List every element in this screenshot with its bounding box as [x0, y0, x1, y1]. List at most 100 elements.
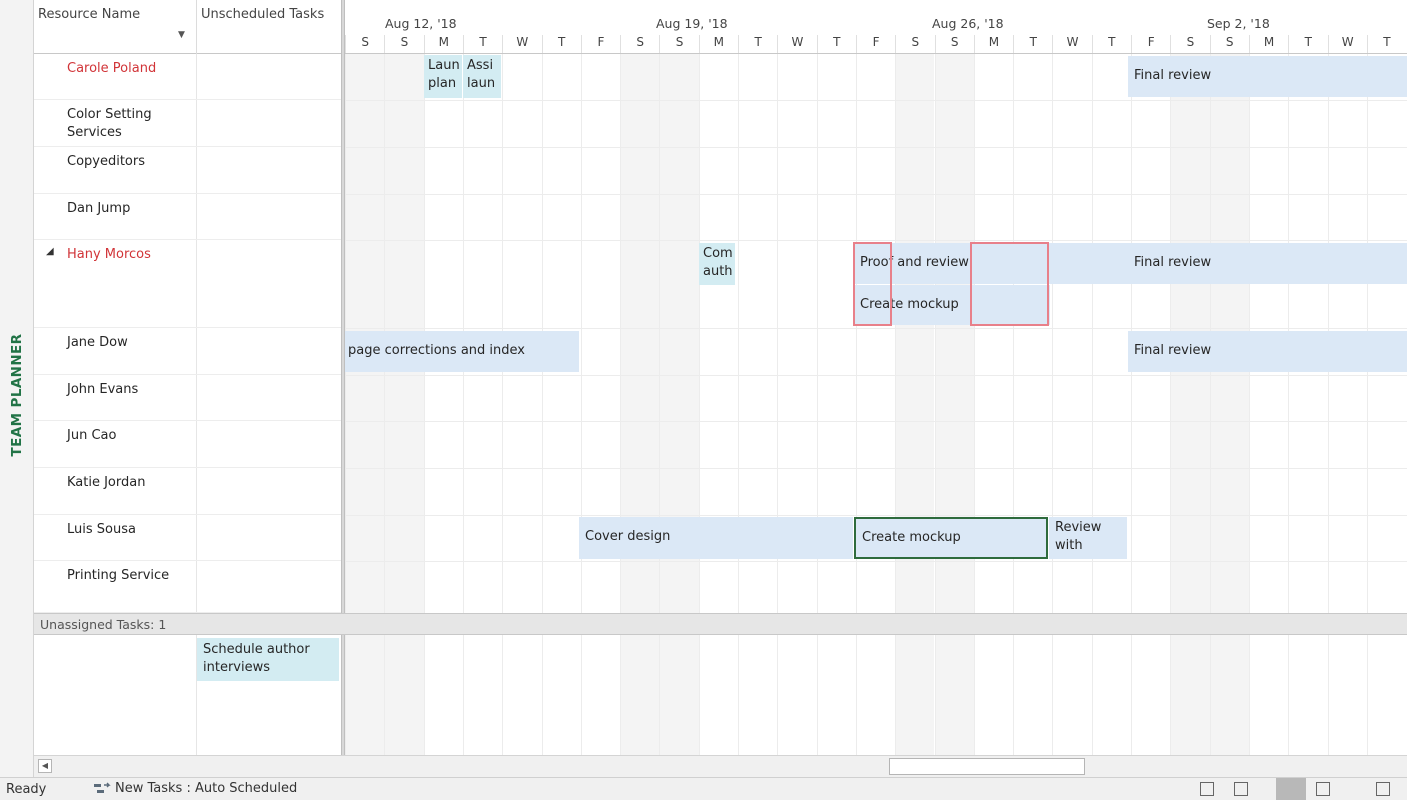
column-header-label: Resource Name [38, 7, 141, 22]
day-label: T [1013, 35, 1052, 53]
day-column [895, 635, 935, 755]
resource-row[interactable]: Katie Jordan [34, 468, 341, 515]
task-bar[interactable]: Final review [1128, 243, 1407, 284]
resource-name: Jane Dow [67, 335, 128, 350]
column-header-unscheduled-tasks[interactable]: Unscheduled Tasks [197, 0, 341, 54]
day-label: S [934, 35, 974, 53]
task-bar[interactable] [1050, 243, 1128, 284]
resource-row[interactable]: ◢ Hany Morcos [34, 240, 341, 328]
new-tasks-mode[interactable]: New Tasks : Auto Scheduled [93, 781, 297, 796]
task-bar[interactable]: Laun plan [424, 55, 462, 98]
day-column [1366, 635, 1406, 755]
task-bar[interactable]: Com auth [699, 243, 735, 285]
timeline-body[interactable]: Laun plan Assi laun Final review Com aut… [345, 54, 1407, 613]
report-view-icon[interactable] [1376, 782, 1390, 796]
day-label: F [1131, 35, 1170, 53]
day-column [620, 635, 660, 755]
day-column [1288, 635, 1327, 755]
timescale: Aug 12, '18 Aug 19, '18 Aug 26, '18 Sep … [345, 0, 1407, 54]
overallocation-marker [970, 242, 1049, 326]
day-column [934, 635, 974, 755]
resource-name: Dan Jump [67, 201, 131, 216]
overallocation-marker [853, 242, 892, 326]
resource-row[interactable]: Carole Poland [34, 54, 341, 100]
day-column [698, 635, 738, 755]
day-column [1052, 635, 1091, 755]
task-bar[interactable]: Final review [1128, 331, 1407, 372]
resource-row[interactable]: Dan Jump [34, 194, 341, 240]
new-tasks-label: New Tasks : Auto Scheduled [115, 781, 298, 796]
normal-view-icon[interactable] [1200, 782, 1214, 796]
day-label: M [973, 35, 1013, 53]
day-column [502, 635, 541, 755]
status-bar: Ready New Tasks : Auto Scheduled [0, 777, 1407, 800]
resource-sheet-view-icon[interactable] [1316, 782, 1330, 796]
horizontal-scrollbar[interactable]: ◀ [34, 755, 1407, 777]
day-label: S [1170, 35, 1209, 53]
day-label: W [502, 35, 541, 53]
week-label: Aug 19, '18 [656, 16, 728, 31]
resource-row[interactable]: Luis Sousa [34, 515, 341, 561]
resource-name: Copyeditors [67, 154, 146, 169]
task-bar[interactable]: Cover design [579, 517, 853, 559]
task-bar[interactable]: Final review [1128, 56, 1407, 97]
day-column [580, 635, 620, 755]
resource-name: Hany Morcos [67, 247, 151, 262]
day-column [777, 635, 816, 755]
column-header-label: Unscheduled Tasks [201, 7, 325, 22]
resource-row[interactable]: Color Setting Services [34, 100, 341, 147]
day-column [1091, 635, 1131, 755]
day-column [1248, 635, 1288, 755]
day-label: W [1052, 35, 1091, 53]
day-label: T [1288, 35, 1327, 53]
timeline-pane: Aug 12, '18 Aug 19, '18 Aug 26, '18 Sep … [345, 0, 1407, 613]
day-label: T [738, 35, 777, 53]
status-ready: Ready [6, 782, 47, 797]
scroll-thumb[interactable] [889, 758, 1085, 775]
task-bar[interactable]: Review with [1049, 517, 1127, 559]
team-planner-view-icon[interactable] [1276, 778, 1306, 800]
collapse-triangle-icon[interactable]: ◢ [46, 246, 54, 257]
day-label: M [423, 35, 463, 53]
day-label: T [1366, 35, 1406, 53]
auto-schedule-icon [94, 782, 111, 793]
resource-row[interactable]: Copyeditors [34, 147, 341, 194]
unassigned-tasks-header[interactable]: Unassigned Tasks: 1 [34, 613, 1407, 635]
day-label: T [816, 35, 856, 53]
column-header-resource-name[interactable]: Resource Name ▼ [34, 0, 197, 54]
unassigned-task-card[interactable]: Schedule author interviews [197, 638, 339, 681]
resource-name: Katie Jordan [67, 475, 146, 490]
task-bar[interactable]: page corrections and index [345, 331, 579, 372]
day-label: S [345, 35, 384, 53]
day-column [738, 635, 777, 755]
week-label: Aug 26, '18 [932, 16, 1004, 31]
day-label: S [384, 35, 423, 53]
week-label: Sep 2, '18 [1207, 16, 1270, 31]
task-bar[interactable]: Assi laun [463, 55, 501, 98]
gantt-view-icon[interactable] [1234, 782, 1248, 796]
day-column [541, 635, 581, 755]
day-column [1327, 635, 1367, 755]
resource-name: Printing Service [67, 568, 170, 583]
day-column [659, 635, 699, 755]
day-column [1013, 635, 1052, 755]
resource-row[interactable]: Jane Dow [34, 328, 341, 375]
resource-name: Jun Cao [67, 428, 117, 443]
sort-dropdown-icon[interactable]: ▼ [178, 30, 185, 40]
day-label: T [462, 35, 502, 53]
week-label: Aug 12, '18 [385, 16, 457, 31]
day-column [1170, 635, 1210, 755]
day-label: S [659, 35, 698, 53]
day-label: M [698, 35, 738, 53]
day-label: T [541, 35, 581, 53]
selected-task-bar[interactable]: Create mockup [854, 517, 1048, 559]
day-column [384, 635, 424, 755]
resource-row[interactable]: John Evans [34, 375, 341, 421]
resource-row[interactable]: Printing Service [34, 561, 341, 613]
day-column [1209, 635, 1249, 755]
resource-row[interactable]: Jun Cao [34, 421, 341, 468]
scroll-left-icon[interactable]: ◀ [38, 759, 52, 773]
resource-name: John Evans [67, 382, 139, 397]
day-column [423, 635, 463, 755]
resource-name: Color Setting Services [67, 107, 152, 140]
